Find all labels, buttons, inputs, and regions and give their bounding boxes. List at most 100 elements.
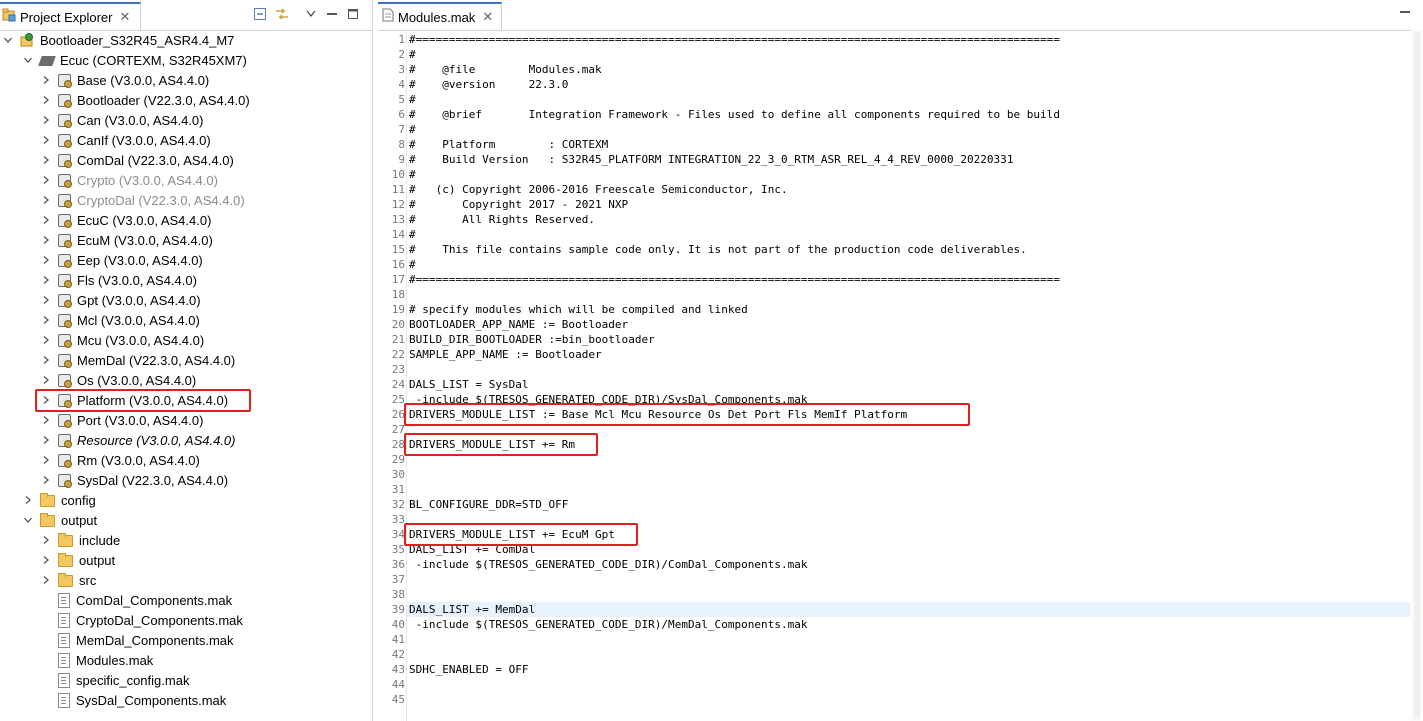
tree-item[interactable]: config	[22, 490, 96, 510]
chevron-right-icon[interactable]	[40, 354, 52, 366]
tree-item[interactable]: Mcl (V3.0.0, AS4.4.0)	[40, 310, 200, 330]
chevron-right-icon[interactable]	[22, 494, 34, 506]
tree-item[interactable]: CanIf (V3.0.0, AS4.4.0)	[40, 130, 211, 150]
tree-item[interactable]: CryptoDal (V22.3.0, AS4.4.0)	[40, 190, 245, 210]
tree-item[interactable]: Port (V3.0.0, AS4.4.0)	[40, 410, 203, 430]
code-line[interactable]: #	[409, 47, 416, 62]
tree-item[interactable]: SysDal (V22.3.0, AS4.4.0)	[40, 470, 228, 490]
code-line[interactable]: # (c) Copyright 2006-2016 Freescale Semi…	[409, 182, 788, 197]
chevron-right-icon[interactable]	[40, 474, 52, 486]
tree-item[interactable]: Mcu (V3.0.0, AS4.4.0)	[40, 330, 204, 350]
chevron-right-icon[interactable]	[40, 434, 52, 446]
chevron-right-icon[interactable]	[40, 414, 52, 426]
tree-item[interactable]: Base (V3.0.0, AS4.4.0)	[40, 70, 209, 90]
chevron-right-icon[interactable]	[40, 174, 52, 186]
tree-item[interactable]: output	[22, 510, 97, 530]
tree-file-item[interactable]: specific_config.mak	[40, 670, 189, 690]
tab-project-explorer[interactable]: Project Explorer ✕	[0, 2, 142, 30]
chevron-right-icon[interactable]	[40, 94, 52, 106]
tree-item[interactable]: Gpt (V3.0.0, AS4.4.0)	[40, 290, 201, 310]
chevron-right-icon[interactable]	[40, 274, 52, 286]
tree-file-item[interactable]: SysDal_Components.mak	[40, 690, 226, 710]
code-line[interactable]: SDHC_ENABLED = OFF	[409, 662, 529, 677]
chevron-right-icon[interactable]	[40, 314, 52, 326]
code-line[interactable]: DALS_LIST += MemDal	[409, 602, 535, 617]
code-line[interactable]: # specify modules which will be compiled…	[409, 302, 748, 317]
tree-item[interactable]: output	[40, 550, 115, 570]
tree-item[interactable]: Fls (V3.0.0, AS4.4.0)	[40, 270, 197, 290]
code-line[interactable]: #	[409, 92, 416, 107]
tree-item[interactable]: EcuM (V3.0.0, AS4.4.0)	[40, 230, 213, 250]
code-line[interactable]: #	[409, 167, 416, 182]
tree-item[interactable]: include	[40, 530, 120, 550]
chevron-down-icon[interactable]	[2, 34, 14, 46]
code-line[interactable]: BL_CONFIGURE_DDR=STD_OFF	[409, 497, 568, 512]
tree-item[interactable]: MemDal (V22.3.0, AS4.4.0)	[40, 350, 235, 370]
code-line[interactable]: # All Rights Reserved.	[409, 212, 595, 227]
chevron-right-icon[interactable]	[40, 134, 52, 146]
code-line[interactable]: SAMPLE_APP_NAME := Bootloader	[409, 347, 602, 362]
chevron-right-icon[interactable]	[40, 534, 52, 546]
chevron-right-icon[interactable]	[40, 114, 52, 126]
code-line[interactable]: # This file contains sample code only. I…	[409, 242, 1027, 257]
tab-modules-mak[interactable]: Modules.mak ✕	[378, 2, 503, 30]
tree-item[interactable]: ComDal (V22.3.0, AS4.4.0)	[40, 150, 234, 170]
code-line[interactable]: #=======================================…	[409, 272, 1060, 287]
view-menu-icon[interactable]	[303, 6, 319, 22]
code-line[interactable]: -include $(TRESOS_GENERATED_CODE_DIR)/Me…	[409, 617, 808, 632]
collapse-all-icon[interactable]	[252, 6, 268, 22]
chevron-right-icon[interactable]	[40, 294, 52, 306]
code-line[interactable]: # Copyright 2017 - 2021 NXP	[409, 197, 628, 212]
code-line[interactable]: -include $(TRESOS_GENERATED_CODE_DIR)/Co…	[409, 557, 808, 572]
code-line[interactable]: BOOTLOADER_APP_NAME := Bootloader	[409, 317, 628, 332]
code-line[interactable]: # @file Modules.mak	[409, 62, 602, 77]
close-icon[interactable]: ✕	[119, 9, 130, 25]
chevron-right-icon[interactable]	[40, 454, 52, 466]
code-line[interactable]: #	[409, 122, 416, 137]
chevron-right-icon[interactable]	[40, 234, 52, 246]
tree-item[interactable]: EcuC (V3.0.0, AS4.4.0)	[40, 210, 211, 230]
code-line[interactable]: # Platform : CORTEXM	[409, 137, 608, 152]
chevron-right-icon[interactable]	[40, 574, 52, 586]
chevron-right-icon[interactable]	[40, 154, 52, 166]
tree-file-item[interactable]: MemDal_Components.mak	[40, 630, 234, 650]
tree-file-item[interactable]: Modules.mak	[40, 650, 153, 670]
minimize-icon[interactable]	[324, 6, 340, 22]
scrollbar-track[interactable]	[1414, 32, 1420, 719]
chevron-right-icon[interactable]	[40, 554, 52, 566]
code-line[interactable]: # @brief Integration Framework - Files u…	[409, 107, 1060, 122]
tree-item[interactable]: Crypto (V3.0.0, AS4.4.0)	[40, 170, 218, 190]
minimize-icon[interactable]	[1397, 4, 1413, 20]
code-line[interactable]: BUILD_DIR_BOOTLOADER :=bin_bootloader	[409, 332, 655, 347]
chevron-right-icon[interactable]	[40, 374, 52, 386]
chevron-right-icon[interactable]	[40, 74, 52, 86]
tree-item[interactable]: Os (V3.0.0, AS4.4.0)	[40, 370, 196, 390]
code-editor[interactable]: 1 #======================================…	[378, 30, 1423, 721]
link-with-editor-icon[interactable]	[274, 6, 290, 22]
code-line[interactable]: DALS_LIST = SysDal	[409, 377, 529, 392]
code-line[interactable]: # Build Version : S32R45_PLATFORM INTEGR…	[409, 152, 1013, 167]
chevron-right-icon[interactable]	[40, 334, 52, 346]
code-line[interactable]: #=======================================…	[409, 32, 1060, 47]
tree-item[interactable]: Resource (V3.0.0, AS4.4.0)	[40, 430, 236, 450]
tree-file-item[interactable]: CryptoDal_Components.mak	[40, 610, 243, 630]
code-line[interactable]: #	[409, 257, 416, 272]
code-line[interactable]: # @version 22.3.0	[409, 77, 568, 92]
chevron-right-icon[interactable]	[40, 214, 52, 226]
code-line[interactable]: #	[409, 227, 416, 242]
tree-item[interactable]: Ecuc (CORTEXM, S32R45XM7)	[22, 50, 247, 70]
tree-item[interactable]: Rm (V3.0.0, AS4.4.0)	[40, 450, 200, 470]
tree-file-item[interactable]: ComDal_Components.mak	[40, 590, 232, 610]
tree-item[interactable]: src	[40, 570, 96, 590]
tree-item[interactable]: Eep (V3.0.0, AS4.4.0)	[40, 250, 203, 270]
chevron-down-icon[interactable]	[22, 514, 34, 526]
chevron-right-icon[interactable]	[40, 194, 52, 206]
maximize-icon[interactable]	[345, 6, 361, 22]
tree-item[interactable]: Bootloader (V22.3.0, AS4.4.0)	[40, 90, 250, 110]
close-icon[interactable]: ✕	[482, 9, 493, 25]
vertical-scrollbar[interactable]	[1411, 30, 1423, 721]
chevron-right-icon[interactable]	[40, 254, 52, 266]
chevron-down-icon[interactable]	[22, 54, 34, 66]
tree-item[interactable]: Can (V3.0.0, AS4.4.0)	[40, 110, 203, 130]
tree-item[interactable]: Bootloader_S32R45_ASR4.4_M7	[2, 30, 234, 50]
